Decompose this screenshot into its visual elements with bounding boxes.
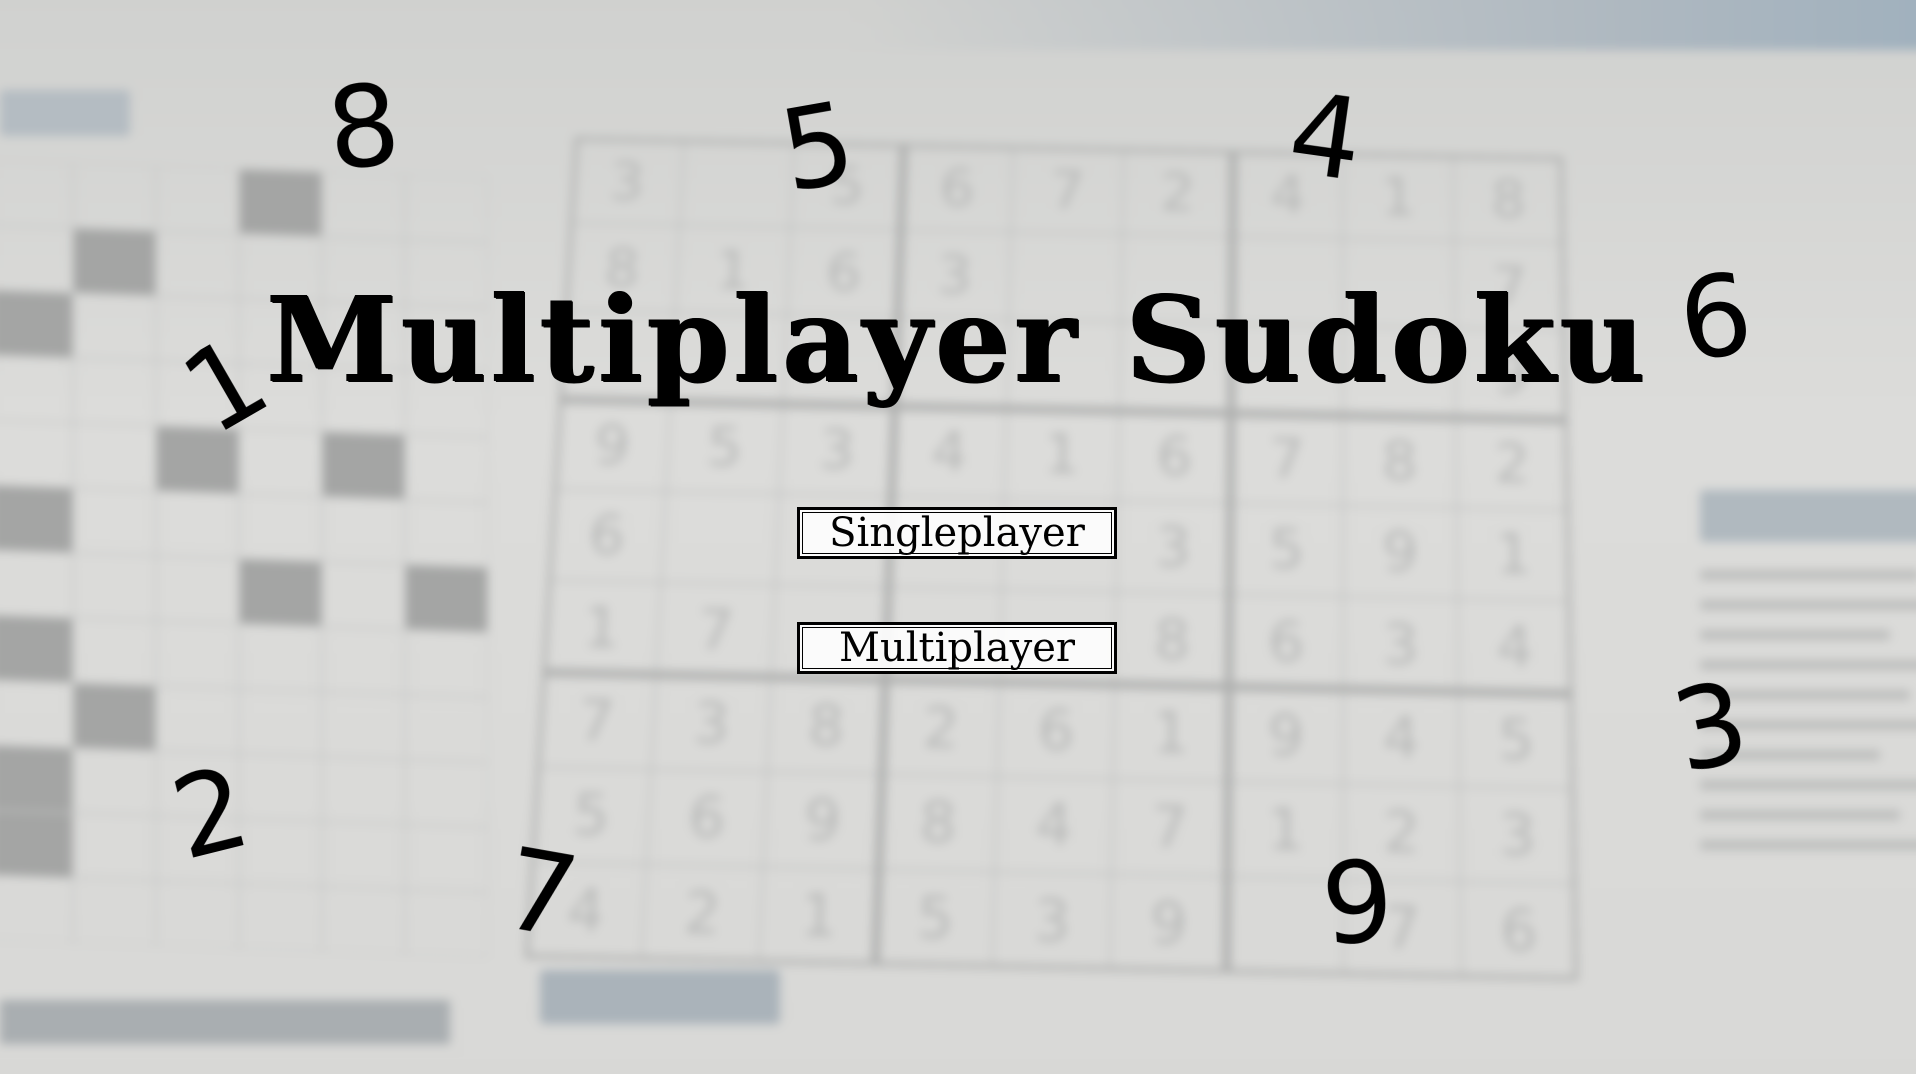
background-crossword-cell: [73, 553, 156, 621]
background-crossword-cell: [156, 556, 239, 624]
background-text-line: [1700, 600, 1916, 610]
background-crossword-cell: [405, 759, 488, 827]
background-crossword-cell: [405, 564, 488, 632]
background-crossword-cell: [156, 621, 239, 689]
background-crossword-cell: [0, 485, 73, 553]
background-text-column: [1680, 560, 1916, 1060]
game-screen: 3567241881637995341678263591178634738261…: [0, 0, 1916, 1074]
background-crossword-cell: [156, 491, 239, 559]
game-title: Multiplayer Sudoku: [0, 270, 1916, 409]
background-crossword-cell: [0, 745, 73, 813]
background-sudoku-box: [875, 680, 1228, 973]
background-crossword-cell: [73, 683, 156, 751]
background-text-line: [1700, 840, 1916, 850]
background-crossword-cell: [322, 822, 405, 890]
floating-digit-9: 9: [1318, 846, 1397, 963]
background-crossword-cell: [0, 615, 73, 683]
background-sudoku-box: [1229, 413, 1573, 694]
background-crossword-cell: [156, 881, 239, 949]
background-crossword-cell: [405, 629, 488, 697]
background-crossword-cell: [405, 499, 488, 567]
background-bottom-tag-2: [540, 970, 780, 1024]
floating-digit-6: 6: [1673, 258, 1759, 379]
background-crossword-cell: [73, 488, 156, 556]
background-crossword-cell: [0, 550, 73, 618]
background-crossword-cell: [322, 692, 405, 760]
background-crossword-cell: [322, 757, 405, 825]
background-crossword-cell: [322, 887, 405, 955]
background-crossword-cell: [322, 562, 405, 630]
background-crossword-cell: [405, 694, 488, 762]
background-crossword-cell: [239, 884, 322, 952]
background-crossword-cell: [405, 174, 488, 242]
background-crossword-cell: [322, 627, 405, 695]
background-crossword-cell: [73, 748, 156, 816]
background-text-line: [1700, 570, 1916, 580]
background-crossword-cell: [0, 420, 73, 488]
background-crossword-cell: [0, 680, 73, 748]
background-crossword-cell: [0, 160, 73, 228]
background-crossword-cell: [73, 423, 156, 491]
background-crossword-cell: [73, 878, 156, 946]
background-text-line: [1700, 810, 1900, 820]
background-crossword-cell: [239, 559, 322, 627]
background-crossword-cell: [239, 169, 322, 237]
background-crossword-cell: [322, 497, 405, 565]
singleplayer-button[interactable]: Singleplayer: [797, 507, 1117, 559]
background-text-line: [1700, 630, 1890, 640]
floating-digit-8: 8: [322, 69, 405, 188]
background-crossword-cell: [73, 813, 156, 881]
background-crossword-cell: [239, 624, 322, 692]
background-bottom-tag: [0, 1000, 450, 1044]
background-sudoku-box: [525, 673, 886, 966]
background-header-tag: [0, 90, 130, 136]
background-crossword-cell: [73, 618, 156, 686]
background-crossword-cell: [239, 494, 322, 562]
background-crossword-cell: [73, 163, 156, 231]
background-top-band: [860, 0, 1916, 50]
multiplayer-button[interactable]: Multiplayer: [797, 622, 1117, 674]
background-sudoku-box: [1227, 687, 1579, 981]
background-crossword-cell: [0, 875, 73, 943]
background-crossword-cell: [322, 432, 405, 500]
background-right-tag: [1700, 490, 1916, 542]
background-crossword-cell: [239, 754, 322, 822]
background-crossword-cell: [405, 889, 488, 957]
background-crossword-cell: [0, 810, 73, 878]
background-crossword-cell: [239, 689, 322, 757]
background-crossword-cell: [156, 166, 239, 234]
background-crossword-cell: [405, 434, 488, 502]
background-crossword-cell: [405, 824, 488, 892]
